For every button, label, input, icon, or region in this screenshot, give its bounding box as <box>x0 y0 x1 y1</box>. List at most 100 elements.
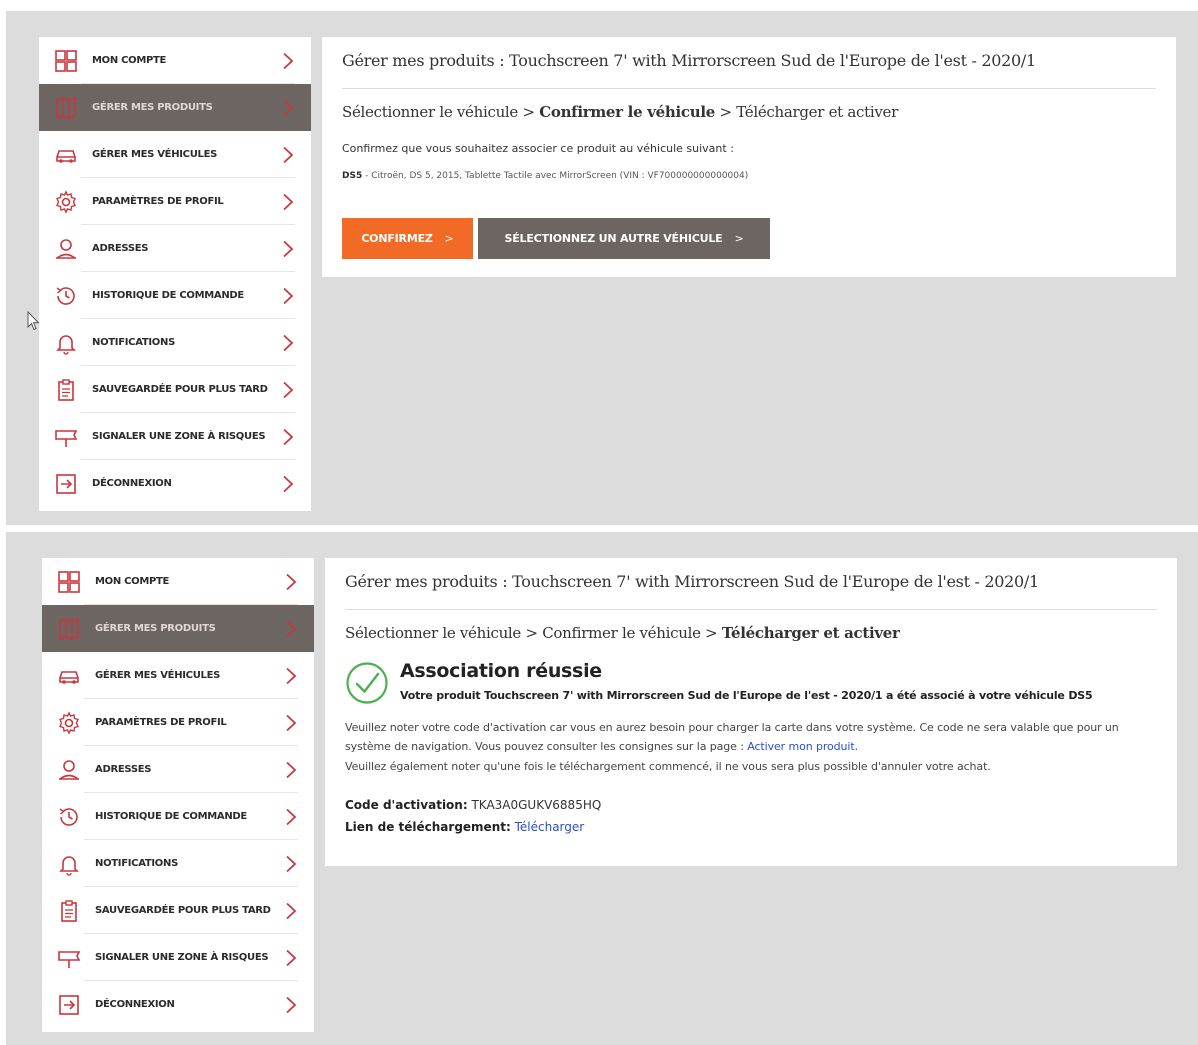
sidebar-item-historique-de-commande[interactable]: HISTORIQUE DE COMMANDE <box>42 793 314 840</box>
title-divider <box>345 609 1157 610</box>
panel-download-activate: MON COMPTE GÉRER MES PRODUITS GÉRER MES VÉ… <box>6 532 1198 1045</box>
select-other-vehicle-button[interactable]: SÉLECTIONNEZ UN AUTRE VÉHICULE > <box>478 218 770 259</box>
history-icon <box>56 804 82 830</box>
sidebar-item-mon-compte[interactable]: MON COMPTE <box>42 558 314 605</box>
sidebar-item-sauvegardee[interactable]: SAUVEGARDÉE POUR PLUS TARD <box>39 366 311 413</box>
chevron-right-icon <box>277 144 299 166</box>
chevron-right-icon <box>280 618 302 640</box>
sidebar-item-sauvegardee[interactable]: SAUVEGARDÉE POUR PLUS TARD <box>42 887 314 934</box>
step-select-vehicle: Sélectionner le véhicule <box>345 624 522 642</box>
step-download-activate: Télécharger et activer <box>721 624 900 642</box>
logout-icon <box>53 471 79 497</box>
sidebar-item-label: DÉCONNEXION <box>92 478 172 489</box>
bell-icon <box>53 330 79 356</box>
vehicle-details: - Citroën, DS 5, 2015, Tablette Tactile … <box>362 171 749 181</box>
confirm-button-label: CONFIRMEZ <box>361 232 433 245</box>
step-separator: > <box>700 624 722 642</box>
sidebar-item-label: HISTORIQUE DE COMMANDE <box>92 290 244 301</box>
sidebar-item-mon-compte[interactable]: MON COMPTE <box>39 37 311 84</box>
step-separator: > <box>521 624 543 642</box>
chevron-right-icon: > <box>444 232 454 245</box>
download-link-label: Lien de téléchargement: <box>345 820 511 834</box>
chevron-right-icon <box>280 712 302 734</box>
check-circle-icon <box>346 662 388 704</box>
sidebar-item-adresses[interactable]: ADRESSES <box>42 746 314 793</box>
sidebar-item-parametres-de-profil[interactable]: PARAMÈTRES DE PROFIL <box>42 699 314 746</box>
page-title: Gérer mes produits : Touchscreen 7' with… <box>345 572 1039 591</box>
car-icon <box>56 663 82 689</box>
sidebar-item-label: GÉRER MES VÉHICULES <box>92 149 218 160</box>
sidebar-item-deconnexion[interactable]: DÉCONNEXION <box>39 460 311 507</box>
sidebar-item-label: SIGNALER UNE ZONE À RISQUES <box>92 431 266 442</box>
sidebar-item-adresses[interactable]: ADRESSES <box>39 225 311 272</box>
sidebar-item-signaler-zone[interactable]: SIGNALER UNE ZONE À RISQUES <box>39 413 311 460</box>
sidebar-item-gerer-mes-vehicules[interactable]: GÉRER MES VÉHICULES <box>42 652 314 699</box>
chevron-right-icon <box>277 238 299 260</box>
chevron-right-icon <box>277 426 299 448</box>
chevron-right-icon <box>280 665 302 687</box>
activate-product-link[interactable]: Activer mon produit. <box>747 740 858 753</box>
map-book-icon <box>53 95 79 121</box>
gear-icon <box>53 189 79 215</box>
sidebar-item-notifications[interactable]: NOTIFICATIONS <box>42 840 314 887</box>
warning-sign-icon <box>56 945 82 971</box>
step-confirm-vehicle: Confirmer le véhicule <box>539 103 715 121</box>
chevron-right-icon <box>277 473 299 495</box>
activation-code: Code d'activation: TKA3A0GUKV6885HQ <box>345 798 601 812</box>
panel-confirm-vehicle: MON COMPTE GÉRER MES PRODUITS GÉRER MES VÉ… <box>6 11 1198 525</box>
breadcrumb-steps: Sélectionner le véhicule > Confirmer le … <box>342 103 898 121</box>
sidebar-item-historique-de-commande[interactable]: HISTORIQUE DE COMMANDE <box>39 272 311 319</box>
chevron-right-icon <box>277 285 299 307</box>
sidebar-item-label: SAUVEGARDÉE POUR PLUS TARD <box>95 905 271 916</box>
vehicle-model: DS5 <box>342 171 363 181</box>
confirm-button[interactable]: CONFIRMEZ > <box>342 218 473 259</box>
vehicle-summary: DS5 - Citroën, DS 5, 2015, Tablette Tact… <box>342 171 748 181</box>
sidebar-item-label: NOTIFICATIONS <box>95 858 178 869</box>
sidebar-item-label: HISTORIQUE DE COMMANDE <box>95 811 247 822</box>
chevron-right-icon <box>277 191 299 213</box>
chevron-right-icon <box>277 379 299 401</box>
chevron-right-icon <box>280 947 302 969</box>
history-icon <box>53 283 79 309</box>
sidebar-item-label: NOTIFICATIONS <box>92 337 175 348</box>
chevron-right-icon <box>280 900 302 922</box>
clipboard-icon <box>53 377 79 403</box>
success-message: Votre produit Touchscreen 7' with Mirror… <box>400 689 1093 702</box>
chevron-right-icon <box>277 97 299 119</box>
chevron-right-icon <box>280 994 302 1016</box>
sidebar-item-label: ADRESSES <box>92 243 149 254</box>
sidebar-menu: MON COMPTE GÉRER MES PRODUITS GÉRER MES VÉ… <box>39 37 311 511</box>
sidebar-menu: MON COMPTE GÉRER MES PRODUITS GÉRER MES VÉ… <box>42 558 314 1032</box>
step-download-activate: Télécharger et activer <box>736 103 898 121</box>
sidebar-item-notifications[interactable]: NOTIFICATIONS <box>39 319 311 366</box>
download-link[interactable]: Télécharger <box>515 820 585 834</box>
sidebar-item-label: PARAMÈTRES DE PROFIL <box>92 196 224 207</box>
activation-code-value: TKA3A0GUKV6885HQ <box>467 798 602 812</box>
clipboard-icon <box>56 898 82 924</box>
gear-icon <box>56 710 82 736</box>
chevron-right-icon <box>280 853 302 875</box>
sidebar-item-label: MON COMPTE <box>95 576 170 587</box>
warning-sign-icon <box>53 424 79 450</box>
sidebar-item-deconnexion[interactable]: DÉCONNEXION <box>42 981 314 1028</box>
sidebar-item-gerer-mes-produits[interactable]: GÉRER MES PRODUITS <box>39 84 311 131</box>
account-grid-icon <box>56 569 82 595</box>
step-separator: > <box>518 103 540 121</box>
title-divider <box>342 88 1156 89</box>
map-book-icon <box>56 616 82 642</box>
sidebar-item-signaler-zone[interactable]: SIGNALER UNE ZONE À RISQUES <box>42 934 314 981</box>
car-icon <box>53 142 79 168</box>
account-grid-icon <box>53 48 79 74</box>
content-card: Gérer mes produits : Touchscreen 7' with… <box>322 37 1176 277</box>
sidebar-item-label: GÉRER MES VÉHICULES <box>95 670 221 681</box>
logout-icon <box>56 992 82 1018</box>
sidebar-item-label: DÉCONNEXION <box>95 999 175 1010</box>
sidebar-item-gerer-mes-produits[interactable]: GÉRER MES PRODUITS <box>42 605 314 652</box>
sidebar-item-label: MON COMPTE <box>92 55 167 66</box>
breadcrumb-steps: Sélectionner le véhicule > Confirmer le … <box>345 624 900 642</box>
select-other-vehicle-label: SÉLECTIONNEZ UN AUTRE VÉHICULE <box>504 232 723 245</box>
sidebar-item-parametres-de-profil[interactable]: PARAMÈTRES DE PROFIL <box>39 178 311 225</box>
sidebar-item-gerer-mes-vehicules[interactable]: GÉRER MES VÉHICULES <box>39 131 311 178</box>
chevron-right-icon <box>277 332 299 354</box>
activation-note: Veuillez noter votre code d'activation c… <box>345 718 1165 756</box>
